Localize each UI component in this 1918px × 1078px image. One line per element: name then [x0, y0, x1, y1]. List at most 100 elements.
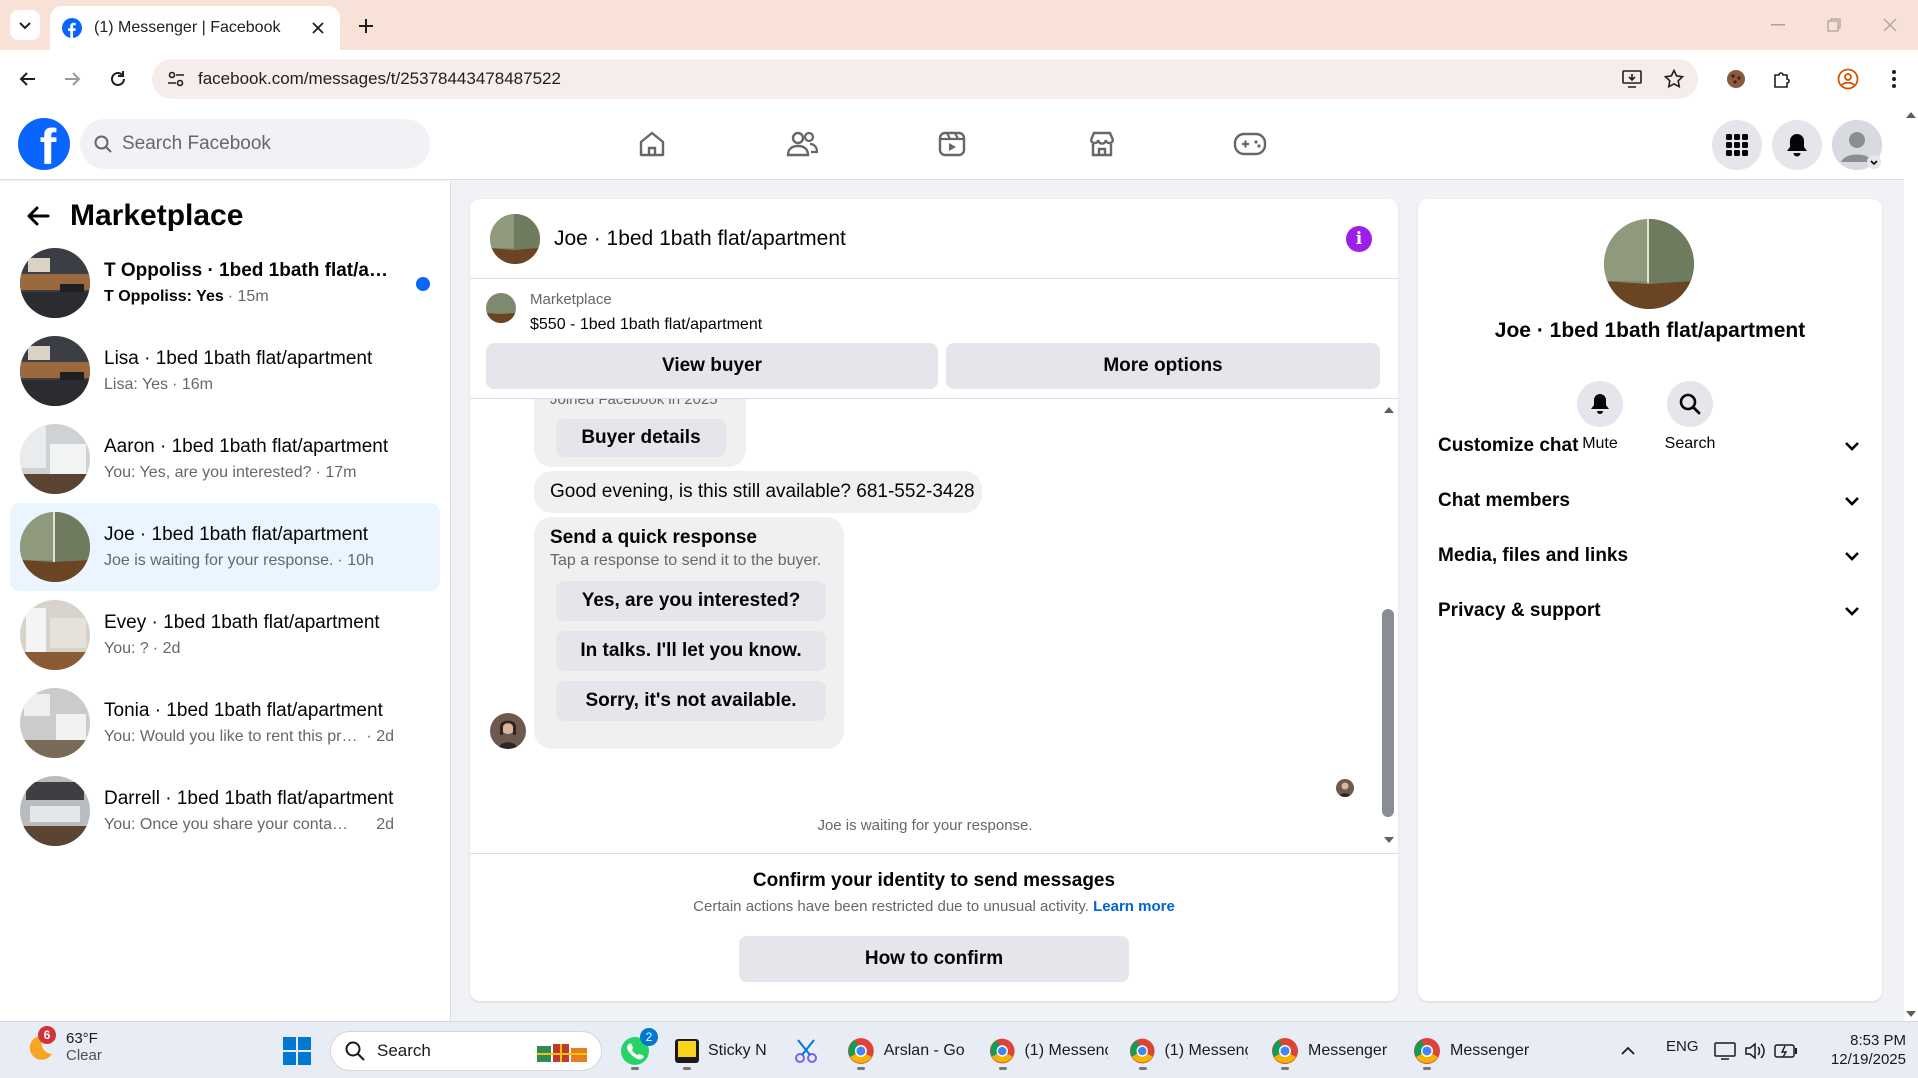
extensions-puzzle-icon[interactable] — [1766, 63, 1798, 95]
search-icon — [94, 135, 112, 153]
buyer-details-button[interactable]: Buyer details — [556, 419, 726, 457]
account-avatar[interactable] — [1832, 120, 1882, 170]
conversation-item[interactable]: Lisa · 1bed 1bath flat/apartment Lisa: Y… — [10, 327, 440, 415]
window-close-icon[interactable] — [1870, 10, 1910, 40]
conversation-avatar — [20, 512, 90, 582]
view-buyer-button[interactable]: View buyer — [486, 343, 938, 389]
marketplace-icon[interactable] — [1072, 118, 1132, 170]
snipping-tool-icon[interactable] — [792, 1030, 822, 1072]
conversation-avatar — [20, 600, 90, 670]
quick-response-button[interactable]: Yes, are you interested? — [556, 581, 826, 621]
site-settings-icon[interactable] — [156, 59, 196, 99]
quick-response-button[interactable]: Sorry, it's not available. — [556, 681, 826, 721]
battery-icon[interactable] — [1774, 1030, 1798, 1072]
confirm-description: Certain actions have been restricted due… — [693, 898, 1089, 915]
browser-menu-icon[interactable] — [1878, 63, 1910, 95]
chrome-taskbar-item[interactable]: Arslan - Go — [846, 1030, 964, 1072]
quick-response-button[interactable]: In talks. I'll let you know. — [556, 631, 826, 671]
conversation-name: T Oppoliss · 1bed 1bath flat/apartment — [104, 260, 394, 281]
new-tab-plus-icon[interactable] — [352, 12, 380, 40]
profile-avatar[interactable] — [1604, 219, 1694, 309]
chrome-taskbar-item[interactable]: Messenger — [1270, 1030, 1398, 1072]
conversation-preview: T Oppoliss: Yes — [104, 288, 224, 305]
profile-name: Joe · 1bed 1bath flat/apartment — [1494, 319, 1806, 342]
tab-close-icon[interactable] — [308, 18, 328, 38]
tab-search-chevron-icon[interactable] — [10, 10, 40, 40]
weather-widget[interactable]: 6 63°F Clear — [22, 1026, 102, 1064]
back-arrow-icon[interactable] — [18, 196, 58, 236]
taskbar-clock[interactable]: 8:53 PM 12/19/2025 — [1806, 1031, 1906, 1069]
conversation-item-active[interactable]: Joe · 1bed 1bath flat/apartment Joe is w… — [10, 503, 440, 591]
bookmark-star-icon[interactable] — [1656, 61, 1692, 97]
chat-avatar[interactable] — [490, 213, 540, 264]
marketplace-label: Marketplace — [530, 291, 612, 308]
menu-grid-icon[interactable] — [1712, 120, 1762, 170]
whatsapp-taskbar-icon[interactable]: 2 — [618, 1028, 658, 1072]
privacy-support-section[interactable]: Privacy & support — [1428, 586, 1872, 636]
windows-taskbar: 6 63°F Clear Search 2 Sticky N Arslan - … — [0, 1021, 1918, 1078]
language-indicator[interactable]: ENG — [1666, 1038, 1699, 1055]
friends-icon[interactable] — [772, 118, 832, 170]
search-placeholder: Search Facebook — [122, 133, 271, 154]
chrome-taskbar-item[interactable]: (1) Messenç — [988, 1030, 1108, 1072]
minimize-icon[interactable] — [1758, 10, 1798, 40]
network-icon[interactable] — [1714, 1030, 1736, 1072]
section-label: Customize chat — [1438, 435, 1579, 456]
facebook-search-input[interactable]: Search Facebook — [80, 119, 430, 169]
listing-thumbnail — [486, 293, 516, 323]
taskbar-app-label: Arslan - Go — [883, 1042, 964, 1059]
address-bar[interactable]: facebook.com/messages/t/2537844347848752… — [152, 59, 1698, 99]
clock-date: 12/19/2025 — [1830, 1051, 1906, 1068]
gaming-icon[interactable] — [1220, 118, 1280, 170]
chevron-down-icon — [1845, 442, 1859, 451]
conversation-item[interactable]: T Oppoliss · 1bed 1bath flat/apartment T… — [10, 239, 440, 327]
home-icon[interactable] — [622, 118, 682, 170]
learn-more-link[interactable]: Learn more — [1093, 898, 1175, 915]
chrome-icon — [1414, 1038, 1440, 1064]
media-files-links-section[interactable]: Media, files and links — [1428, 531, 1872, 581]
unread-dot-icon — [416, 277, 430, 291]
more-options-button[interactable]: More options — [946, 343, 1380, 389]
profile-icon[interactable] — [1832, 63, 1864, 95]
weather-temperature: 63°F — [66, 1030, 98, 1047]
customize-chat-section[interactable]: Customize chat — [1428, 421, 1872, 471]
weather-badge: 6 — [38, 1026, 56, 1044]
url-text: facebook.com/messages/t/2537844347848752… — [198, 69, 561, 88]
chat-scrollbar-thumb[interactable] — [1382, 609, 1394, 817]
section-label: Media, files and links — [1438, 545, 1629, 566]
sender-avatar — [490, 713, 526, 749]
video-icon[interactable] — [922, 118, 982, 170]
info-icon[interactable]: i — [1346, 226, 1372, 252]
browser-tab[interactable]: (1) Messenger | Facebook — [50, 6, 340, 50]
cookie-extension-icon[interactable] — [1720, 63, 1752, 95]
sidebar-title: Marketplace — [70, 199, 244, 232]
taskbar-search-input[interactable]: Search — [330, 1031, 602, 1071]
forward-arrow-icon[interactable] — [56, 63, 88, 95]
browser-toolbar: facebook.com/messages/t/2537844347848752… — [0, 50, 1918, 108]
tray-overflow-chevron-icon[interactable] — [1620, 1030, 1636, 1072]
notifications-bell-icon[interactable] — [1772, 120, 1822, 170]
volume-icon[interactable] — [1744, 1030, 1766, 1072]
restore-icon[interactable] — [1814, 10, 1854, 40]
windows-start-icon[interactable] — [282, 1030, 312, 1072]
conversation-item[interactable]: Aaron · 1bed 1bath flat/apartment You: Y… — [10, 415, 440, 503]
taskbar-search-label: Search — [377, 1041, 431, 1060]
install-app-icon[interactable] — [1614, 61, 1650, 97]
conversation-item[interactable]: Darrell · 1bed 1bath flat/apartment You:… — [10, 767, 440, 855]
chrome-taskbar-item[interactable]: (1) Messenç — [1128, 1030, 1248, 1072]
listing-title[interactable]: $550 - 1bed 1bath flat/apartment — [530, 316, 762, 334]
reload-icon[interactable] — [102, 63, 134, 95]
back-arrow-icon[interactable] — [12, 63, 44, 95]
sticky-notes-taskbar-item[interactable]: Sticky N — [674, 1030, 770, 1072]
conversation-item[interactable]: Evey · 1bed 1bath flat/apartment You: ? ·… — [10, 591, 440, 679]
conversation-avatar — [20, 424, 90, 494]
chrome-taskbar-item[interactable]: Messenger — [1412, 1030, 1540, 1072]
how-to-confirm-button[interactable]: How to confirm — [739, 936, 1129, 982]
conversation-item[interactable]: Tonia · 1bed 1bath flat/apartment You: W… — [10, 679, 440, 767]
facebook-logo-icon[interactable]: f — [18, 118, 70, 170]
conversation-avatar — [20, 336, 90, 406]
page-scrollbar[interactable] — [1904, 108, 1918, 1021]
chat-title[interactable]: Joe · 1bed 1bath flat/apartment — [554, 227, 846, 251]
conversation-avatar — [20, 248, 90, 318]
chat-members-section[interactable]: Chat members — [1428, 476, 1872, 526]
